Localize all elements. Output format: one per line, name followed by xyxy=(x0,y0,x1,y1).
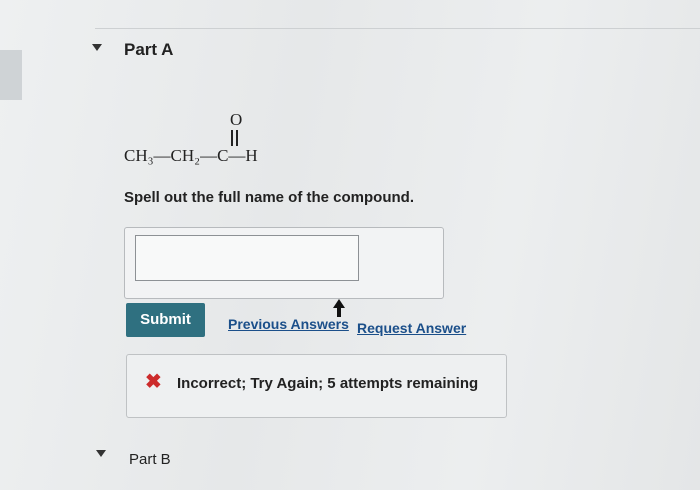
answer-input[interactable] xyxy=(135,235,359,281)
section-divider xyxy=(95,28,700,29)
question-text: Spell out the full name of the compound. xyxy=(124,189,414,206)
part-b-title[interactable]: Part B xyxy=(129,451,171,468)
oxygen-atom: O xyxy=(230,110,243,129)
x-icon: ✖ xyxy=(145,371,162,393)
previous-answers-link[interactable]: Previous Answers xyxy=(228,316,349,332)
double-bond-line xyxy=(236,130,238,146)
part-a-title[interactable]: Part A xyxy=(124,40,173,60)
answer-container xyxy=(124,227,444,299)
formula-chain: CH₃—CH₂—C—H xyxy=(124,146,258,165)
mouse-cursor-icon xyxy=(333,299,345,317)
submit-button[interactable]: Submit xyxy=(126,303,205,337)
feedback-message: Incorrect; Try Again; 5 attempts remaini… xyxy=(177,375,479,392)
feedback-box: ✖ Incorrect; Try Again; 5 attempts remai… xyxy=(126,354,507,418)
expand-caret-icon[interactable] xyxy=(96,450,106,457)
collapse-caret-icon[interactable] xyxy=(92,44,102,51)
left-edge-panel xyxy=(0,50,22,100)
screen: Part A O CH₃—CH₂—C—H Spell out the full … xyxy=(0,0,700,490)
double-bond-line xyxy=(231,130,233,146)
request-answer-link[interactable]: Request Answer xyxy=(357,320,466,336)
